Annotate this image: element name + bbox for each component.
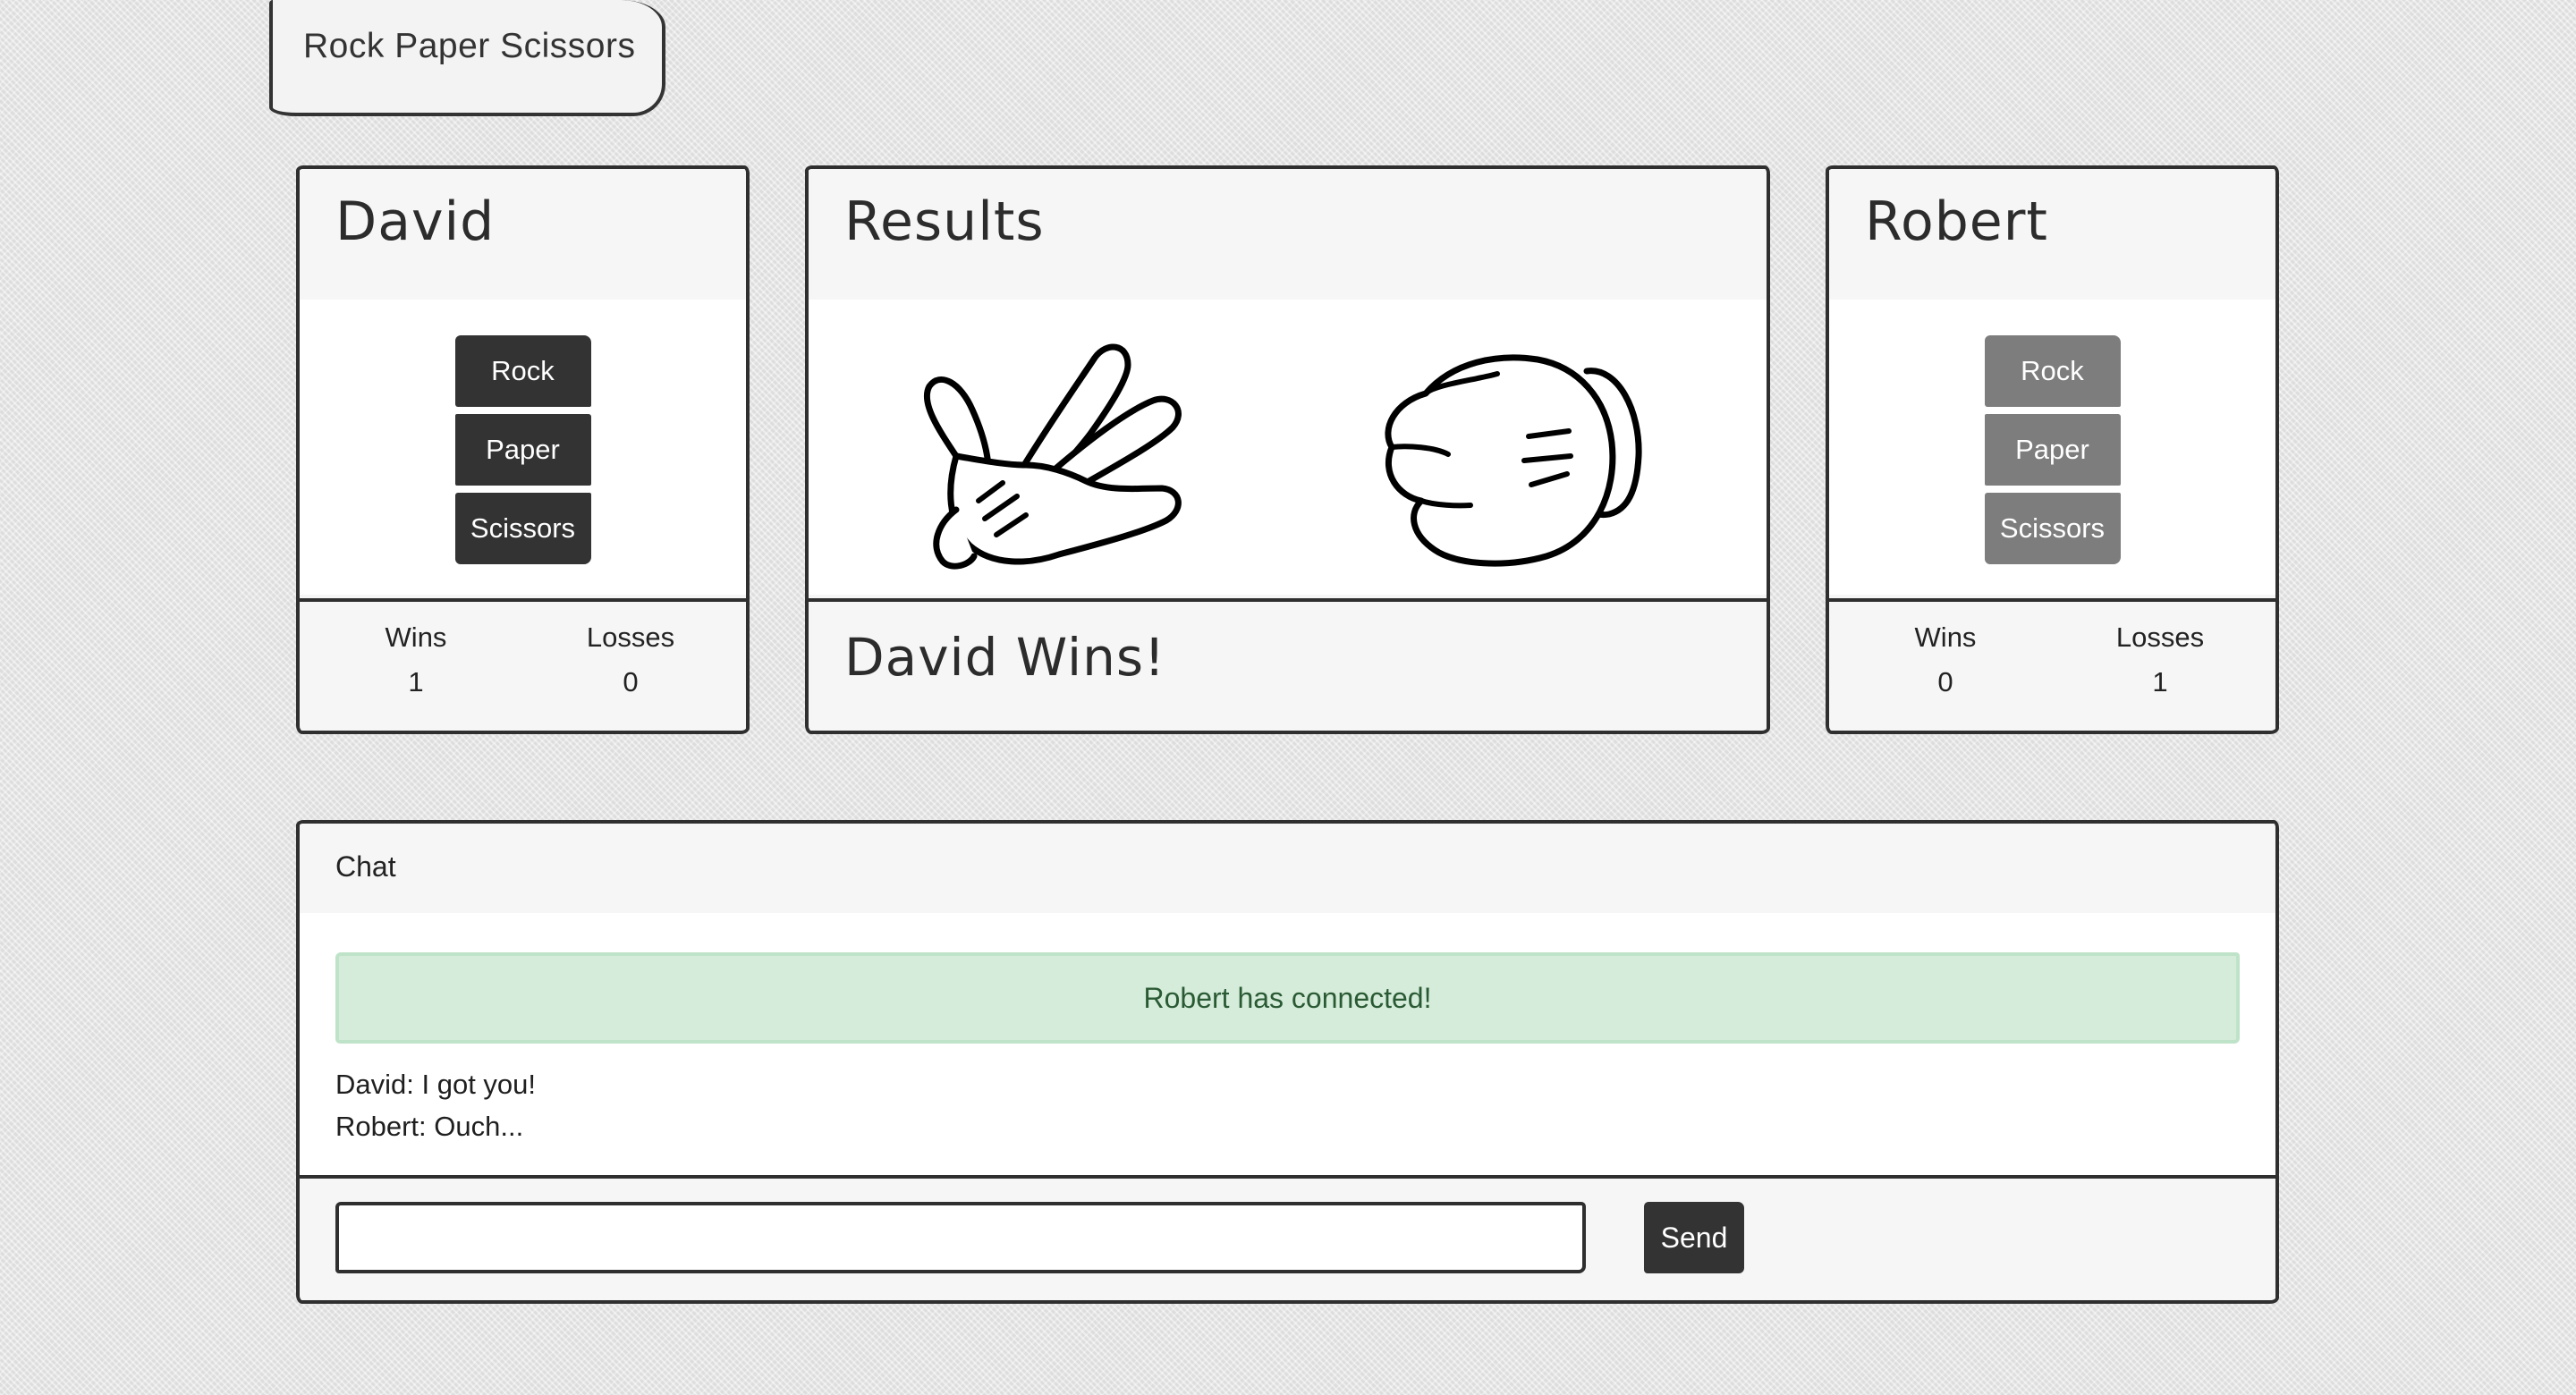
choice-button-group: Rock Paper Scissors (1984, 335, 2121, 571)
results-panel: Results David Wins! (805, 165, 1770, 734)
rock-button: Rock (1984, 335, 2121, 407)
paper-button[interactable]: Paper (454, 414, 591, 486)
app-title: Rock Paper Scissors (303, 27, 636, 65)
losses-stat: Losses 0 (559, 621, 702, 698)
wins-stat: Wins 1 (344, 621, 487, 698)
player-panel-header: David (300, 169, 746, 303)
scissors-button: Scissors (1984, 493, 2121, 564)
brand-tab[interactable]: Rock Paper Scissors (269, 0, 665, 116)
scissors-button[interactable]: Scissors (454, 493, 591, 564)
paper-button: Paper (1984, 414, 2121, 486)
player-stats: Wins 0 Losses 1 (1829, 598, 2275, 731)
chat-message: Robert: Ouch... (335, 1111, 524, 1142)
results-panel-footer: David Wins! (809, 598, 1767, 731)
player-panel-body: Rock Paper Scissors (300, 300, 746, 595)
chat-header: Chat (300, 824, 2275, 917)
chat-panel: Chat Robert has connected! David: I got … (296, 820, 2279, 1304)
rock-fist-icon (1385, 354, 1642, 567)
player-stats: Wins 1 Losses 0 (300, 598, 746, 731)
results-panel-header: Results (809, 169, 1767, 303)
losses-value: 1 (2152, 666, 2168, 698)
chat-input[interactable] (335, 1202, 1586, 1273)
result-message: David Wins! (844, 627, 1166, 688)
chat-title: Chat (335, 850, 396, 883)
losses-label: Losses (2115, 621, 2205, 653)
player-panel-body: Rock Paper Scissors (1829, 300, 2275, 595)
wins-stat: Wins 0 (1874, 621, 2017, 698)
player-panel-right: Robert Rock Paper Scissors Wins 0 Losses… (1826, 165, 2279, 734)
send-button[interactable]: Send (1644, 1202, 1744, 1273)
player-name: Robert (1865, 190, 2048, 253)
wins-value: 0 (1937, 666, 1953, 698)
choice-button-group: Rock Paper Scissors (454, 335, 591, 571)
chat-footer: Send (300, 1175, 2275, 1300)
chat-messages: Robert has connected! David: I got you! … (300, 913, 2275, 1182)
chat-message: David: I got you! (335, 1069, 537, 1100)
player-panel-left: David Rock Paper Scissors Wins 1 Losses … (296, 165, 750, 734)
player-panel-header: Robert (1829, 169, 2275, 303)
wins-value: 1 (408, 666, 424, 698)
results-title: Results (844, 190, 1045, 253)
losses-value: 0 (623, 666, 639, 698)
wins-label: Wins (385, 621, 447, 653)
connection-alert: Robert has connected! (335, 952, 2240, 1044)
results-panel-body (809, 300, 1767, 595)
scissors-hand-icon (923, 343, 1182, 570)
losses-label: Losses (586, 621, 675, 653)
rock-button[interactable]: Rock (454, 335, 591, 407)
player-name: David (335, 190, 496, 253)
wins-label: Wins (1914, 621, 1977, 653)
losses-stat: Losses 1 (2089, 621, 2232, 698)
